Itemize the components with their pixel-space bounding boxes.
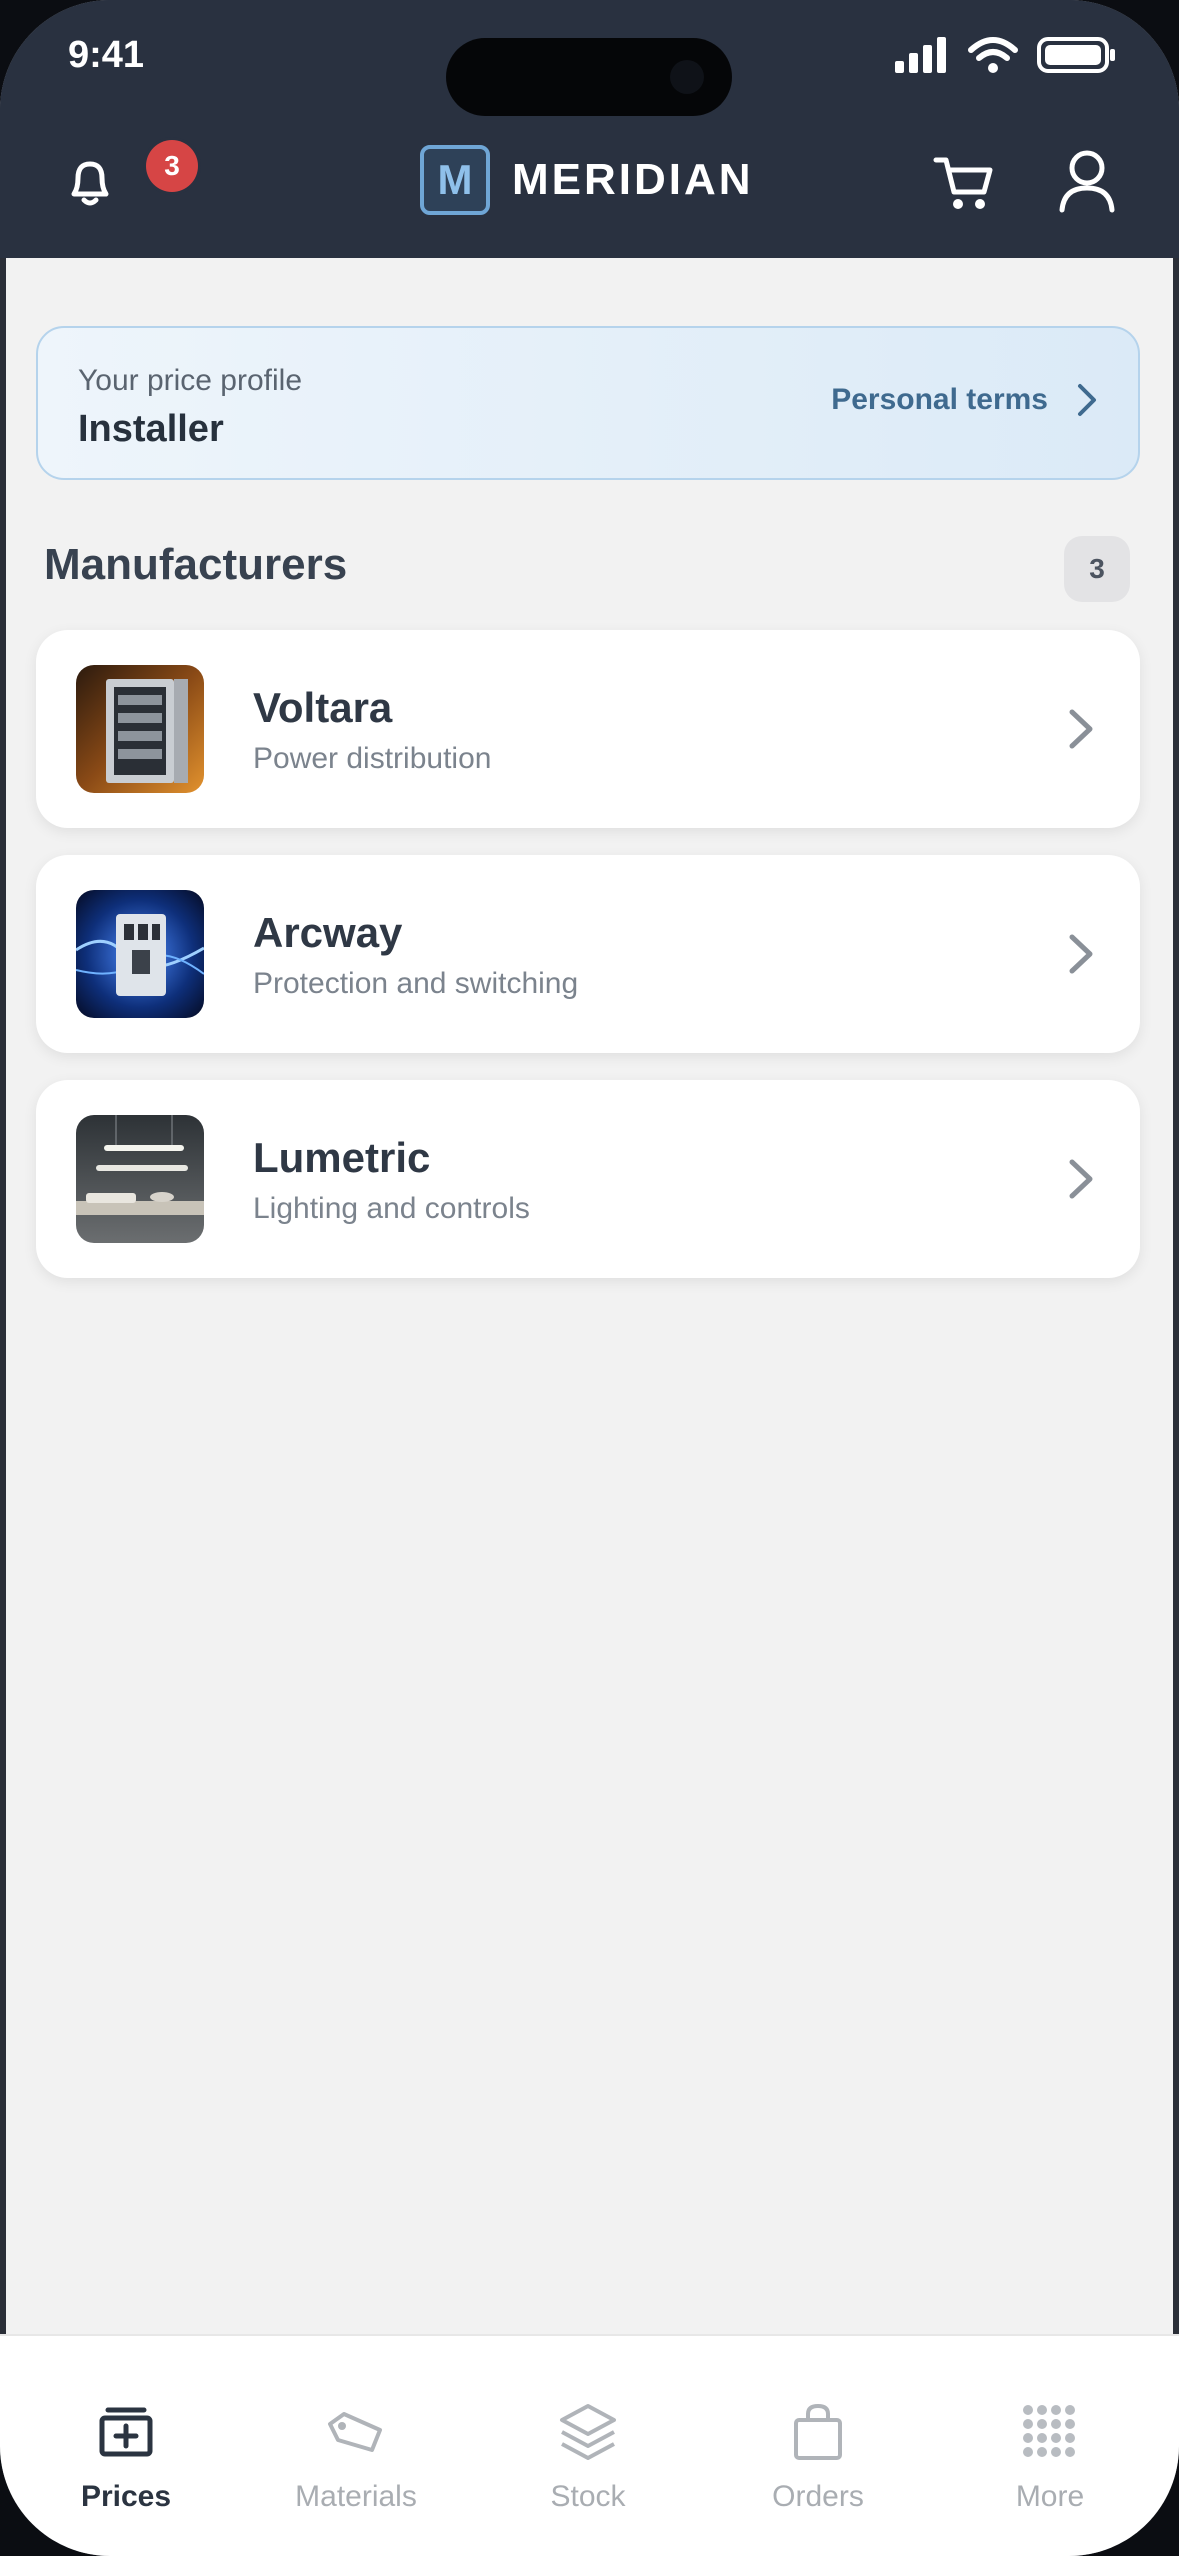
nav-orders[interactable]: Orders <box>718 2400 918 2514</box>
manufacturer-card-voltara[interactable]: Voltara Power distribution <box>36 630 1140 828</box>
nav-stock[interactable]: Stock <box>488 2400 688 2514</box>
header-row: 3 M MERIDIAN <box>0 140 1179 240</box>
price-profile-label: Your price profile <box>78 364 303 397</box>
price-list-icon <box>99 2407 153 2457</box>
personal-terms-label: Personal terms <box>831 383 1048 416</box>
cart-button[interactable] <box>930 148 1000 218</box>
manufacturer-name: Voltara <box>253 684 393 731</box>
manufacturer-description: Power distribution <box>253 742 492 775</box>
wifi-icon <box>968 37 1018 73</box>
brand-logo: M MERIDIAN <box>420 140 754 220</box>
manufacturers-count-badge: 3 <box>1064 536 1130 602</box>
price-profile-value: Installer <box>78 408 224 450</box>
layers-icon <box>560 2404 616 2460</box>
nav-label: Orders <box>772 2480 864 2513</box>
dynamic-island <box>446 38 732 116</box>
nav-materials[interactable]: Materials <box>256 2400 456 2514</box>
profile-button[interactable] <box>1056 146 1118 216</box>
manufacturer-description: Lighting and controls <box>253 1192 530 1225</box>
notifications-button[interactable]: 3 <box>60 140 198 212</box>
lumetric-thumbnail <box>76 1115 204 1243</box>
nav-more[interactable]: More <box>950 2400 1150 2514</box>
app-header: 9:41 3 M MERIDIAN <box>0 0 1179 258</box>
cart-icon <box>933 157 993 209</box>
manufacturer-card-lumetric[interactable]: Lumetric Lighting and controls <box>36 1080 1140 1278</box>
chevron-right-icon <box>1069 934 1093 974</box>
bell-icon <box>71 161 109 206</box>
user-icon <box>1059 150 1115 213</box>
bottom-navigation: Prices Materials Stock Orders More <box>0 2334 1179 2556</box>
price-profile-card[interactable]: Your price profile Installer Personal te… <box>36 326 1140 480</box>
manufacturer-description: Protection and switching <box>253 967 579 1000</box>
manufacturer-card-arcway[interactable]: Arcway Protection and switching <box>36 855 1140 1053</box>
status-time: 9:41 <box>68 34 145 76</box>
nav-label: Prices <box>80 2480 172 2513</box>
chevron-right-icon <box>1078 384 1096 416</box>
status-icons <box>895 36 1117 74</box>
nav-label: Stock <box>550 2480 626 2513</box>
camera-icon <box>670 60 704 94</box>
shopping-bag-icon <box>794 2403 842 2460</box>
phone-screen: 9:41 3 M MERIDIAN Your price profile Ins… <box>0 0 1179 2556</box>
voltara-thumbnail <box>76 665 204 793</box>
grid-dots-icon <box>1023 2405 1075 2457</box>
nav-prices[interactable]: Prices <box>26 2400 226 2514</box>
battery-icon <box>1037 37 1115 73</box>
notifications-badge: 3 <box>146 140 198 192</box>
manufacturers-title: Manufacturers <box>44 540 348 589</box>
chevron-right-icon <box>1069 1159 1093 1199</box>
signal-icon <box>895 37 946 73</box>
nav-label: Materials <box>295 2480 417 2513</box>
manufacturer-name: Lumetric <box>253 1134 431 1181</box>
personal-terms-link[interactable]: Personal terms <box>831 382 1098 418</box>
logo-mark: M <box>420 145 490 215</box>
manufacturer-name: Arcway <box>253 909 403 956</box>
chevron-right-icon <box>1069 709 1093 749</box>
arcway-thumbnail <box>76 890 204 1018</box>
nav-label: More <box>1015 2480 1085 2513</box>
brand-name: MERIDIAN <box>512 155 754 204</box>
tag-icon <box>328 2412 382 2452</box>
